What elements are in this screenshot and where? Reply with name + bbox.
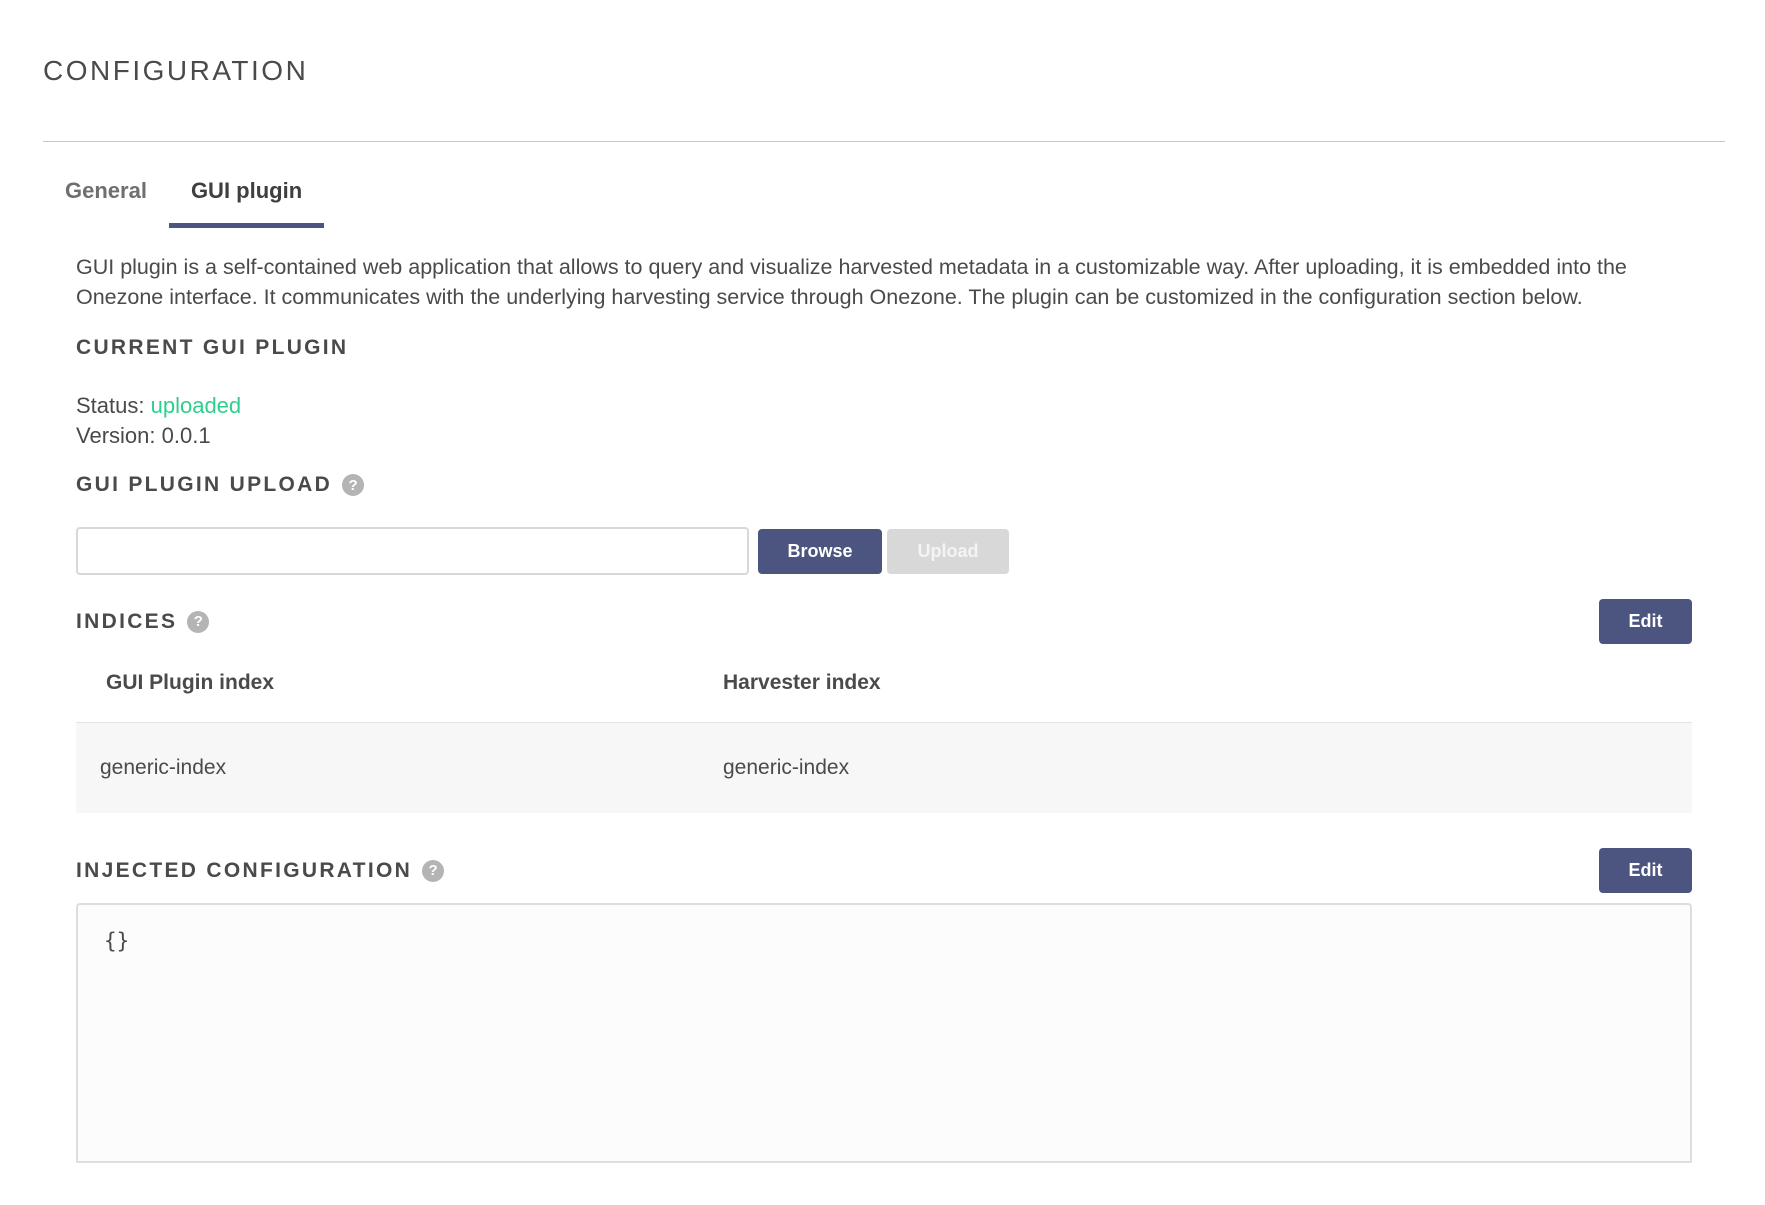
- injected-config-help-icon[interactable]: ?: [422, 859, 445, 882]
- tab-gui-plugin[interactable]: GUI plugin: [168, 170, 325, 228]
- upload-row: Browse Upload: [76, 527, 1692, 575]
- indices-help-icon[interactable]: ?: [187, 610, 210, 633]
- version-line: Version: 0.0.1: [76, 421, 1692, 451]
- injected-config-header: INJECTED CONFIGURATION ? Edit: [76, 848, 1692, 893]
- current-plugin-heading: CURRENT GUI PLUGIN: [76, 336, 1692, 360]
- injected-config-edit-button[interactable]: Edit: [1599, 848, 1692, 893]
- injected-config-title: INJECTED CONFIGURATION: [76, 858, 413, 882]
- gui-plugin-index-cell: generic-index: [100, 756, 227, 779]
- page-title: CONFIGURATION: [43, 55, 309, 86]
- plugin-info: Status: uploaded Version: 0.0.1: [76, 391, 1692, 451]
- indices-heading: INDICES ?: [76, 609, 210, 634]
- file-path-input[interactable]: [76, 527, 749, 575]
- browse-button[interactable]: Browse: [758, 528, 882, 574]
- injected-config-editor[interactable]: {}: [76, 903, 1692, 1163]
- page: CONFIGURATION General GUI plugin GUI plu…: [0, 0, 1765, 1205]
- status-line: Status: uploaded: [76, 391, 1692, 421]
- column-header-harvester-index: Harvester index: [723, 671, 881, 694]
- upload-button[interactable]: Upload: [887, 528, 1009, 574]
- indices-edit-button[interactable]: Edit: [1599, 599, 1692, 644]
- indices-title: INDICES: [76, 609, 178, 633]
- header-divider: [43, 141, 1725, 142]
- plugin-description: GUI plugin is a self-contained web appli…: [76, 255, 1627, 309]
- upload-help-icon[interactable]: ?: [342, 474, 365, 496]
- version-label: Version:: [76, 423, 156, 448]
- indices-table-header: GUI Plugin index Harvester index: [76, 644, 1692, 723]
- tab-bar: General GUI plugin: [43, 170, 325, 228]
- status-label: Status:: [76, 393, 145, 418]
- table-row: generic-index generic-index: [76, 723, 1692, 813]
- version-value: 0.0.1: [161, 423, 211, 448]
- injected-config-heading: INJECTED CONFIGURATION ?: [76, 858, 445, 883]
- gui-plugin-panel: GUI plugin is a self-contained web appli…: [76, 252, 1692, 1163]
- indices-header: INDICES ? Edit: [76, 599, 1692, 644]
- status-value: uploaded: [150, 393, 242, 418]
- current-plugin-title: CURRENT GUI PLUGIN: [76, 336, 349, 359]
- upload-heading: GUI PLUGIN UPLOAD ?: [76, 473, 1692, 497]
- harvester-index-cell: generic-index: [723, 756, 850, 779]
- tab-general[interactable]: General: [43, 170, 169, 228]
- column-header-gui-plugin-index: GUI Plugin index: [106, 671, 275, 694]
- indices-table: GUI Plugin index Harvester index generic…: [76, 644, 1692, 813]
- upload-title: GUI PLUGIN UPLOAD: [76, 473, 333, 496]
